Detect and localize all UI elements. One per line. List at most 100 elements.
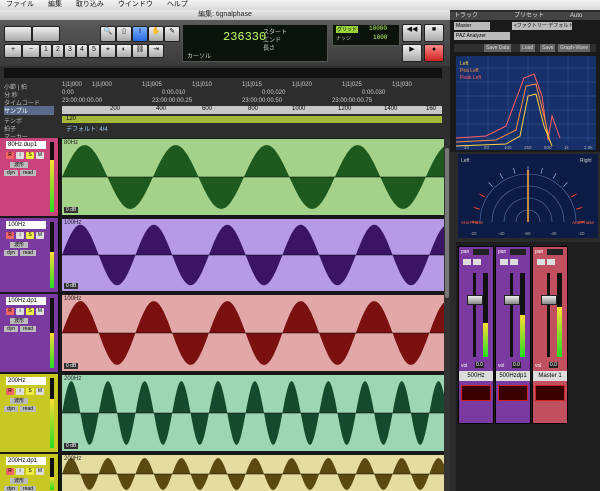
trim-tool-icon[interactable]: ▯ [116, 26, 132, 42]
vertical-scrollbar[interactable] [444, 138, 450, 491]
mute-button[interactable]: M [36, 152, 44, 159]
mute-button[interactable]: M [36, 308, 44, 315]
track-name[interactable]: 200Hz [6, 377, 46, 385]
solo-button[interactable]: S [463, 259, 471, 266]
track-header[interactable]: 100Hz.dp1 R i S M 波形 dyn read [0, 294, 59, 372]
zoom-preset-4[interactable]: 4 [76, 44, 88, 58]
mute-button[interactable]: M [36, 468, 44, 475]
audio-clip[interactable]: 200Hz [62, 455, 444, 491]
grid-nudge-display[interactable]: グリッド 10000 ナッジ 1000 [332, 24, 400, 46]
track-header[interactable]: 200Hz.dp1 R i S M 波形 dyn read [0, 454, 59, 491]
track-name[interactable]: 100Hz.dp1 [6, 297, 46, 305]
input-monitor-button[interactable]: i [16, 152, 24, 159]
track-name[interactable]: 80Hz.dup1 [6, 141, 46, 149]
mute-button[interactable]: M [510, 259, 518, 266]
mixer-strip[interactable]: pan S M vol 0.0 Master 1 [532, 246, 568, 424]
tempo-ruler[interactable]: 120 [62, 116, 442, 123]
strip-name[interactable]: 500Hz [459, 371, 493, 381]
solo-button[interactable]: S [26, 232, 34, 239]
input-monitor-button[interactable]: i [16, 388, 24, 395]
strip-output-box[interactable] [498, 385, 528, 401]
load-button[interactable]: Load [520, 44, 536, 52]
preset-select[interactable]: <ファクトリー デフォルト> [512, 22, 572, 30]
shuffle-button[interactable] [4, 26, 32, 42]
menu-window[interactable]: ウインドウ [112, 0, 159, 10]
input-monitor-button[interactable]: i [16, 468, 24, 475]
mixer-strip[interactable]: pan S M vol 0.0 500Hzdp1 [495, 246, 531, 424]
dyn-selector[interactable]: dyn [4, 170, 18, 176]
track-name[interactable]: 200Hz.dp1 [6, 457, 46, 465]
bars-ruler[interactable]: 1|1|000 1|1|000 1|1|005 1|1|010 1|1|015 … [62, 82, 442, 88]
record-enable-button[interactable]: R [6, 232, 14, 239]
play-icon[interactable]: ▶ [402, 44, 422, 62]
minsec-ruler[interactable]: 0:00 0:00.010 0:00.020 0:00.030 [62, 90, 442, 96]
view-selector[interactable]: 波形 [10, 242, 28, 248]
menu-import[interactable]: 取り込み [70, 0, 110, 10]
plugin-select[interactable]: PAZ Analyzer [454, 32, 510, 40]
pan-knob[interactable] [473, 249, 489, 255]
view-selector[interactable]: 波形 [10, 162, 28, 168]
stop-icon[interactable]: ■ [424, 24, 444, 42]
volume-fader[interactable] [541, 295, 557, 305]
strip-output-box[interactable] [535, 385, 565, 401]
zoom-out-icon[interactable]: − [22, 44, 40, 58]
rewind-icon[interactable]: ◀◀ [402, 24, 422, 42]
mute-button[interactable]: M [547, 259, 555, 266]
track-header[interactable]: 80Hz.dup1 R i S M 波形 dyn read [0, 138, 59, 216]
phase-meter[interactable]: Left Right Anti-Phase Anti-Phase -20 -40… [456, 152, 600, 240]
pan-knob[interactable] [547, 249, 563, 255]
menu-edit[interactable]: 編集 [42, 0, 68, 10]
track[interactable]: 100Hz.dp1 R i S M 波形 dyn read 100Hz 0 dB [0, 294, 444, 372]
automation-mode-selector[interactable]: read [20, 250, 36, 256]
zoom-preset-2[interactable]: 2 [52, 44, 64, 58]
samples-ruler[interactable]: 200 400 600 800 1000 1200 1400 160 [62, 106, 442, 114]
automation-mode-selector[interactable]: read [20, 170, 36, 176]
spectrum-analyzer-graph[interactable]: Left Pea Left Peak Left 20 50 100 250 500 1k 2… [456, 56, 596, 150]
input-monitor-button[interactable]: i [16, 308, 24, 315]
selector-tool-icon[interactable]: I [132, 26, 148, 42]
volume-fader[interactable] [504, 295, 520, 305]
audio-clip[interactable]: 80Hz 0 dB [62, 139, 444, 215]
record-enable-button[interactable]: R [6, 388, 14, 395]
solo-button[interactable]: S [537, 259, 545, 266]
track[interactable]: 200Hz.dp1 R i S M 波形 dyn read 200Hz [0, 454, 444, 491]
solo-button[interactable]: S [500, 259, 508, 266]
pencil-tool-icon[interactable]: ✎ [164, 26, 180, 42]
audio-clip[interactable]: 200Hz 0 dB [62, 375, 444, 451]
input-monitor-button[interactable]: i [16, 232, 24, 239]
timecode-ruler[interactable]: 23:00:00:00.00 23:00:00:00.25 23:00:00:0… [62, 98, 442, 104]
track[interactable]: 80Hz.dup1 R i S M 波形 dyn read 80Hz 0 dB [0, 138, 444, 216]
record-icon[interactable]: ● [424, 44, 444, 62]
menu-file[interactable]: ファイル [0, 0, 40, 10]
zoomer-tool-icon[interactable]: 🔍 [100, 26, 116, 42]
dyn-selector[interactable]: dyn [4, 406, 18, 412]
graph-wave-button[interactable]: Graph-Wave [558, 44, 591, 52]
track[interactable]: 100Hz R i S M 波形 dyn read 100Hz 0 dB [0, 218, 444, 292]
record-enable-button[interactable]: R [6, 308, 14, 315]
automation-mode-selector[interactable]: read [20, 326, 36, 332]
zoom-preset-5[interactable]: 5 [88, 44, 100, 58]
main-counter[interactable]: 236330 スタート エンド 長さ カーソル [182, 24, 328, 62]
menu-help[interactable]: ヘルプ [161, 0, 194, 10]
view-selector[interactable]: 波形 [10, 318, 28, 324]
track-name[interactable]: 100Hz [6, 221, 46, 229]
mute-button[interactable]: M [36, 232, 44, 239]
scrollbar-thumb[interactable] [445, 148, 449, 298]
solo-button[interactable]: S [26, 468, 34, 475]
link-icon[interactable]: ⛓ [132, 44, 148, 58]
dyn-selector[interactable]: dyn [4, 326, 18, 332]
audio-clip[interactable]: 100Hz 0 dB [62, 295, 444, 371]
scrubber-tool-icon[interactable]: ◐ [116, 44, 132, 58]
track-select[interactable]: Master [454, 22, 490, 30]
dyn-selector[interactable]: dyn [4, 486, 18, 491]
strip-name[interactable]: Master 1 [533, 371, 567, 381]
solo-button[interactable]: S [26, 308, 34, 315]
overview-strip[interactable] [4, 68, 442, 78]
smart-tool-icon[interactable]: ⌖ [100, 44, 116, 58]
slip-button[interactable] [32, 26, 60, 42]
view-selector[interactable]: 波形 [10, 398, 28, 404]
track-header[interactable]: 100Hz R i S M 波形 dyn read [0, 218, 59, 292]
strip-name[interactable]: 500Hzdp1 [496, 371, 530, 381]
zoom-preset-1[interactable]: 1 [40, 44, 52, 58]
record-enable-button[interactable]: R [6, 468, 14, 475]
